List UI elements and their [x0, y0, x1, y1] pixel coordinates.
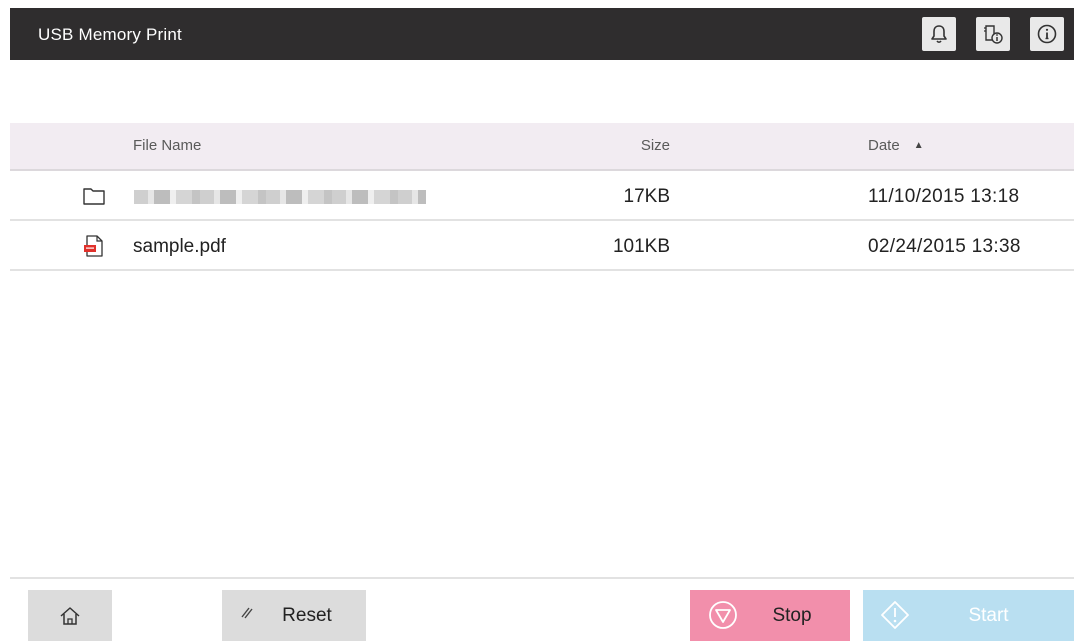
table-row[interactable]: 17KB 11/10/2015 13:18 — [10, 171, 1074, 221]
column-header-size[interactable]: Size — [610, 137, 670, 155]
start-button[interactable]: Start — [863, 590, 1074, 641]
file-list-table: File Name Size Date ▲ 17KB 11/10/2015 13:… — [10, 123, 1074, 271]
title-bar: USB Memory Print — [10, 8, 1074, 60]
file-size: 101KB — [612, 236, 670, 257]
start-label: Start — [968, 604, 1009, 626]
tray-info-icon — [984, 25, 1003, 44]
reset-icon — [241, 607, 253, 619]
usb-memory-print-screen: USB Memory Print File Name Size Date ▲ 1… — [0, 0, 1074, 641]
home-icon — [60, 606, 80, 625]
file-name: sample.pdf — [133, 236, 226, 257]
page-title: USB Memory Print — [38, 25, 182, 44]
job-status-button[interactable] — [976, 17, 1010, 51]
start-icon — [881, 601, 909, 629]
stop-icon — [709, 601, 737, 629]
info-icon — [1037, 24, 1057, 44]
sort-ascending-icon: ▲ — [913, 140, 924, 151]
obscured-folder-name — [134, 190, 426, 204]
home-button[interactable] — [28, 590, 112, 641]
bell-icon — [931, 25, 947, 44]
footer-divider — [10, 577, 1074, 579]
file-date: 11/10/2015 13:18 — [868, 186, 1020, 207]
folder-icon — [83, 188, 105, 205]
table-row[interactable]: sample.pdf 101KB 02/24/2015 13:38 — [10, 221, 1074, 271]
notification-button[interactable] — [922, 17, 956, 51]
info-button[interactable] — [1030, 17, 1064, 51]
reset-label: Reset — [282, 604, 332, 626]
stop-button[interactable]: Stop — [690, 590, 850, 641]
column-header-file-name[interactable]: File Name — [133, 137, 201, 155]
reset-button[interactable]: Reset — [222, 590, 366, 641]
table-header: File Name Size Date ▲ — [10, 123, 1074, 171]
pdf-file-icon — [84, 235, 103, 257]
file-date: 02/24/2015 13:38 — [868, 236, 1021, 257]
column-header-date[interactable]: Date ▲ — [868, 137, 924, 155]
stop-label: Stop — [772, 604, 812, 626]
file-size: 17KB — [623, 186, 670, 207]
